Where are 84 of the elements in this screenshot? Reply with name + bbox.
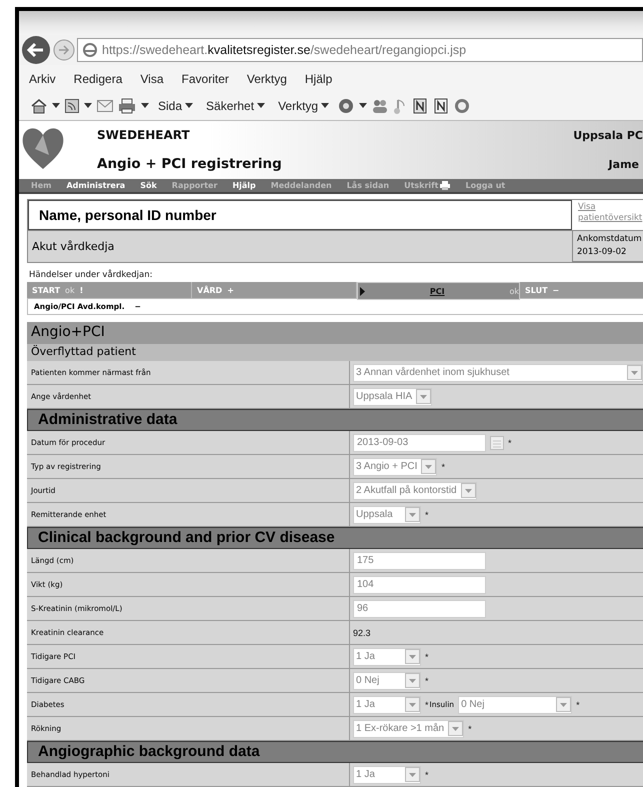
dropdown[interactable]: 3 Annan vårdenhet inom sjukhuset (353, 364, 643, 382)
dropdown[interactable]: 0 Nej (353, 672, 421, 690)
section-header: Clinical background and prior CV disease (27, 527, 643, 549)
dropdown[interactable]: Uppsala HIA (353, 388, 432, 406)
caret-icon[interactable] (321, 103, 330, 109)
unit-name: Uppsala PC (573, 129, 643, 142)
pointer-icon (360, 286, 365, 296)
section-header: Administrative data (27, 409, 643, 431)
nav-link[interactable]: Sök (140, 181, 157, 190)
people-icon[interactable] (372, 99, 388, 113)
status-text: ok (65, 286, 75, 294)
user-name: Jame (608, 158, 639, 171)
forward-icon[interactable] (53, 39, 75, 61)
menu-item[interactable]: Arkiv (29, 72, 56, 86)
dropdown[interactable]: 1 Ja (353, 766, 421, 784)
feed-icon[interactable] (65, 99, 79, 113)
nav-link[interactable]: Hem (31, 181, 52, 190)
required-mark: * (425, 652, 429, 662)
status-symbol: + (227, 286, 234, 294)
music-note-icon[interactable] (393, 98, 408, 114)
required-mark: * (508, 438, 512, 448)
arrival-date: 2013-09-02 (577, 246, 628, 259)
menu-item[interactable]: Verktyg (246, 72, 287, 86)
patient-name: Name, personal ID number (28, 200, 572, 230)
dropdown[interactable]: 2 Akutfall på kontorstid (353, 482, 477, 500)
nav-link[interactable]: Hjälp (232, 181, 256, 190)
section-header: Angiographic background data (27, 741, 643, 763)
care-chain-title: Akut vårdkedja (28, 230, 572, 262)
toolbar-menu[interactable]: Säkerhet (206, 99, 266, 113)
status-symbol: − (552, 286, 560, 294)
events-label: Händelser under vårdkedjan: (29, 270, 154, 280)
required-mark: * (576, 700, 580, 710)
form-title: Angio+PCI (27, 322, 643, 344)
nav-link[interactable]: Administrera (66, 181, 126, 190)
dropdown[interactable]: 1 Ex-rökare >1 mån (353, 720, 464, 738)
page-title: Angio + PCI registrering (97, 156, 282, 172)
dropdown[interactable]: 1 Ja (353, 648, 421, 666)
input-field[interactable]: 96 (353, 600, 486, 618)
event-tab[interactable]: PCI ok (357, 282, 520, 300)
caret-icon[interactable] (141, 103, 149, 109)
dropdown[interactable]: 1 Ja (353, 696, 421, 714)
caret-icon[interactable] (257, 103, 266, 109)
mail-icon[interactable] (97, 100, 113, 112)
caret-icon[interactable] (359, 103, 368, 109)
menu-item[interactable]: Favoriter (182, 72, 229, 86)
note-icon[interactable] (433, 98, 450, 114)
dropdown[interactable]: 3 Angio + PCI (353, 458, 438, 476)
nav-link[interactable]: Utskrift (404, 181, 450, 190)
arrival-label: Ankomstdatum (577, 233, 643, 246)
caret-icon[interactable] (185, 103, 194, 109)
nav-link[interactable]: Meddelanden (270, 181, 332, 190)
nav-link[interactable]: Rapporter (172, 181, 218, 190)
printer-icon[interactable] (118, 98, 136, 114)
menu-item[interactable]: Visa (140, 72, 164, 86)
menu-item[interactable]: Redigera (74, 72, 122, 86)
toolbar-menu[interactable]: Sida (158, 99, 194, 113)
status-text: ok (509, 286, 519, 296)
status-symbol: ! (80, 286, 84, 294)
menu-item[interactable]: Hjälp (304, 72, 332, 86)
home-icon[interactable] (31, 98, 47, 114)
back-icon[interactable] (21, 35, 51, 65)
note-icon[interactable] (412, 98, 428, 114)
caret-icon[interactable] (52, 103, 60, 109)
input-field[interactable]: 175 (353, 552, 486, 570)
dropdown[interactable]: 0 Nej (458, 696, 572, 714)
event-tab[interactable]: START ok ! (27, 282, 192, 298)
nav-link[interactable]: Logga ut (465, 181, 506, 190)
dropdown[interactable]: Uppsala (353, 506, 421, 524)
event-tab[interactable]: SLUT − (520, 282, 643, 298)
toolbar-menu[interactable]: Verktyg (278, 99, 330, 113)
computed-value: 92.3 (353, 628, 371, 638)
required-mark: * (425, 770, 429, 780)
caret-icon[interactable] (84, 103, 92, 109)
brand-name: SWEDEHEART (97, 128, 191, 142)
input-field[interactable]: 104 (353, 576, 486, 594)
required-mark: * (468, 724, 472, 734)
required-mark: * (425, 510, 429, 520)
nav-link[interactable]: Lås sidan (346, 181, 390, 190)
address-field[interactable]: https://swedeheart.kvalitetsregister.se/swedeheart/regangiopci.jsp (77, 38, 643, 62)
section-header: Överflyttad patient (27, 344, 643, 361)
date-field[interactable]: 2013-09-03 (353, 434, 486, 452)
required-mark: * (425, 700, 429, 710)
required-mark: * (425, 676, 429, 686)
required-mark: * (441, 462, 445, 472)
